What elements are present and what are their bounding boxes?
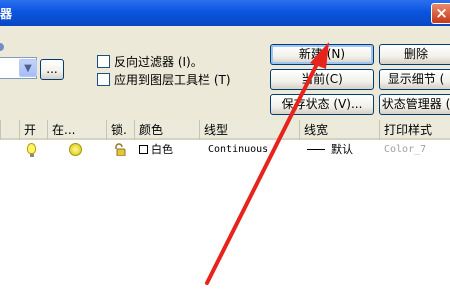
plot-style-cell: Color_7 (384, 144, 427, 155)
lineweight-value: 默认 (331, 143, 353, 156)
unlock-icon[interactable] (114, 143, 126, 156)
browse-button[interactable]: ... (40, 59, 64, 80)
new-button[interactable]: 新建 (N) (270, 44, 374, 65)
show-details-button[interactable]: 显示细节 ( (379, 69, 450, 90)
window-title: 器 (0, 7, 13, 21)
delete-button[interactable]: 删除 (379, 44, 450, 65)
state-manager-button[interactable]: 状态管理器 ( (379, 94, 450, 115)
lineweight-cell[interactable]: 默认 (307, 142, 353, 158)
chevron-down-icon[interactable]: ▼ (19, 59, 37, 77)
col-lock[interactable]: 锁. (106, 120, 134, 140)
apply-toolbar-option[interactable]: 应用到图层工具栏 (T) (97, 71, 231, 87)
layer-list[interactable]: 开 在... 锁. 颜色 线型 线宽 打印样式 白色 Continuous 默认… (0, 120, 450, 300)
col-color[interactable]: 颜色 (134, 120, 199, 140)
col-name-tail[interactable] (0, 120, 19, 140)
invert-filter-option[interactable]: 反向过滤器 (I)。 (97, 53, 203, 69)
apply-toolbar-checkbox[interactable] (97, 72, 110, 86)
current-button[interactable]: 当前(C) (270, 69, 374, 90)
apply-toolbar-label: 应用到图层工具栏 (T) (114, 72, 231, 87)
lightbulb-base (30, 154, 34, 157)
collapse-icon[interactable] (0, 43, 4, 51)
close-icon[interactable]: × (431, 3, 450, 24)
lightbulb-icon[interactable] (27, 143, 36, 154)
col-linetype[interactable]: 线型 (199, 120, 299, 140)
invert-filter-checkbox[interactable] (97, 54, 110, 68)
table-row[interactable]: 白色 Continuous 默认 Color_7 (0, 142, 450, 158)
save-state-button[interactable]: 保存状态 (V)... (270, 94, 374, 115)
col-on[interactable]: 开 (19, 120, 47, 140)
lineweight-sample (307, 149, 325, 150)
col-freeze[interactable]: 在... (47, 120, 106, 140)
color-cell[interactable]: 白色 (139, 142, 173, 158)
invert-filter-label: 反向过滤器 (I)。 (114, 54, 203, 69)
sun-icon[interactable] (69, 143, 82, 156)
col-plot-style[interactable]: 打印样式 (379, 120, 450, 140)
list-header: 开 在... 锁. 颜色 线型 线宽 打印样式 (0, 120, 450, 140)
color-value: 白色 (151, 143, 173, 156)
color-swatch (139, 145, 148, 154)
col-lineweight[interactable]: 线宽 (299, 120, 379, 140)
linetype-cell[interactable]: Continuous (208, 142, 268, 158)
title-bar: 器 × (0, 0, 450, 26)
